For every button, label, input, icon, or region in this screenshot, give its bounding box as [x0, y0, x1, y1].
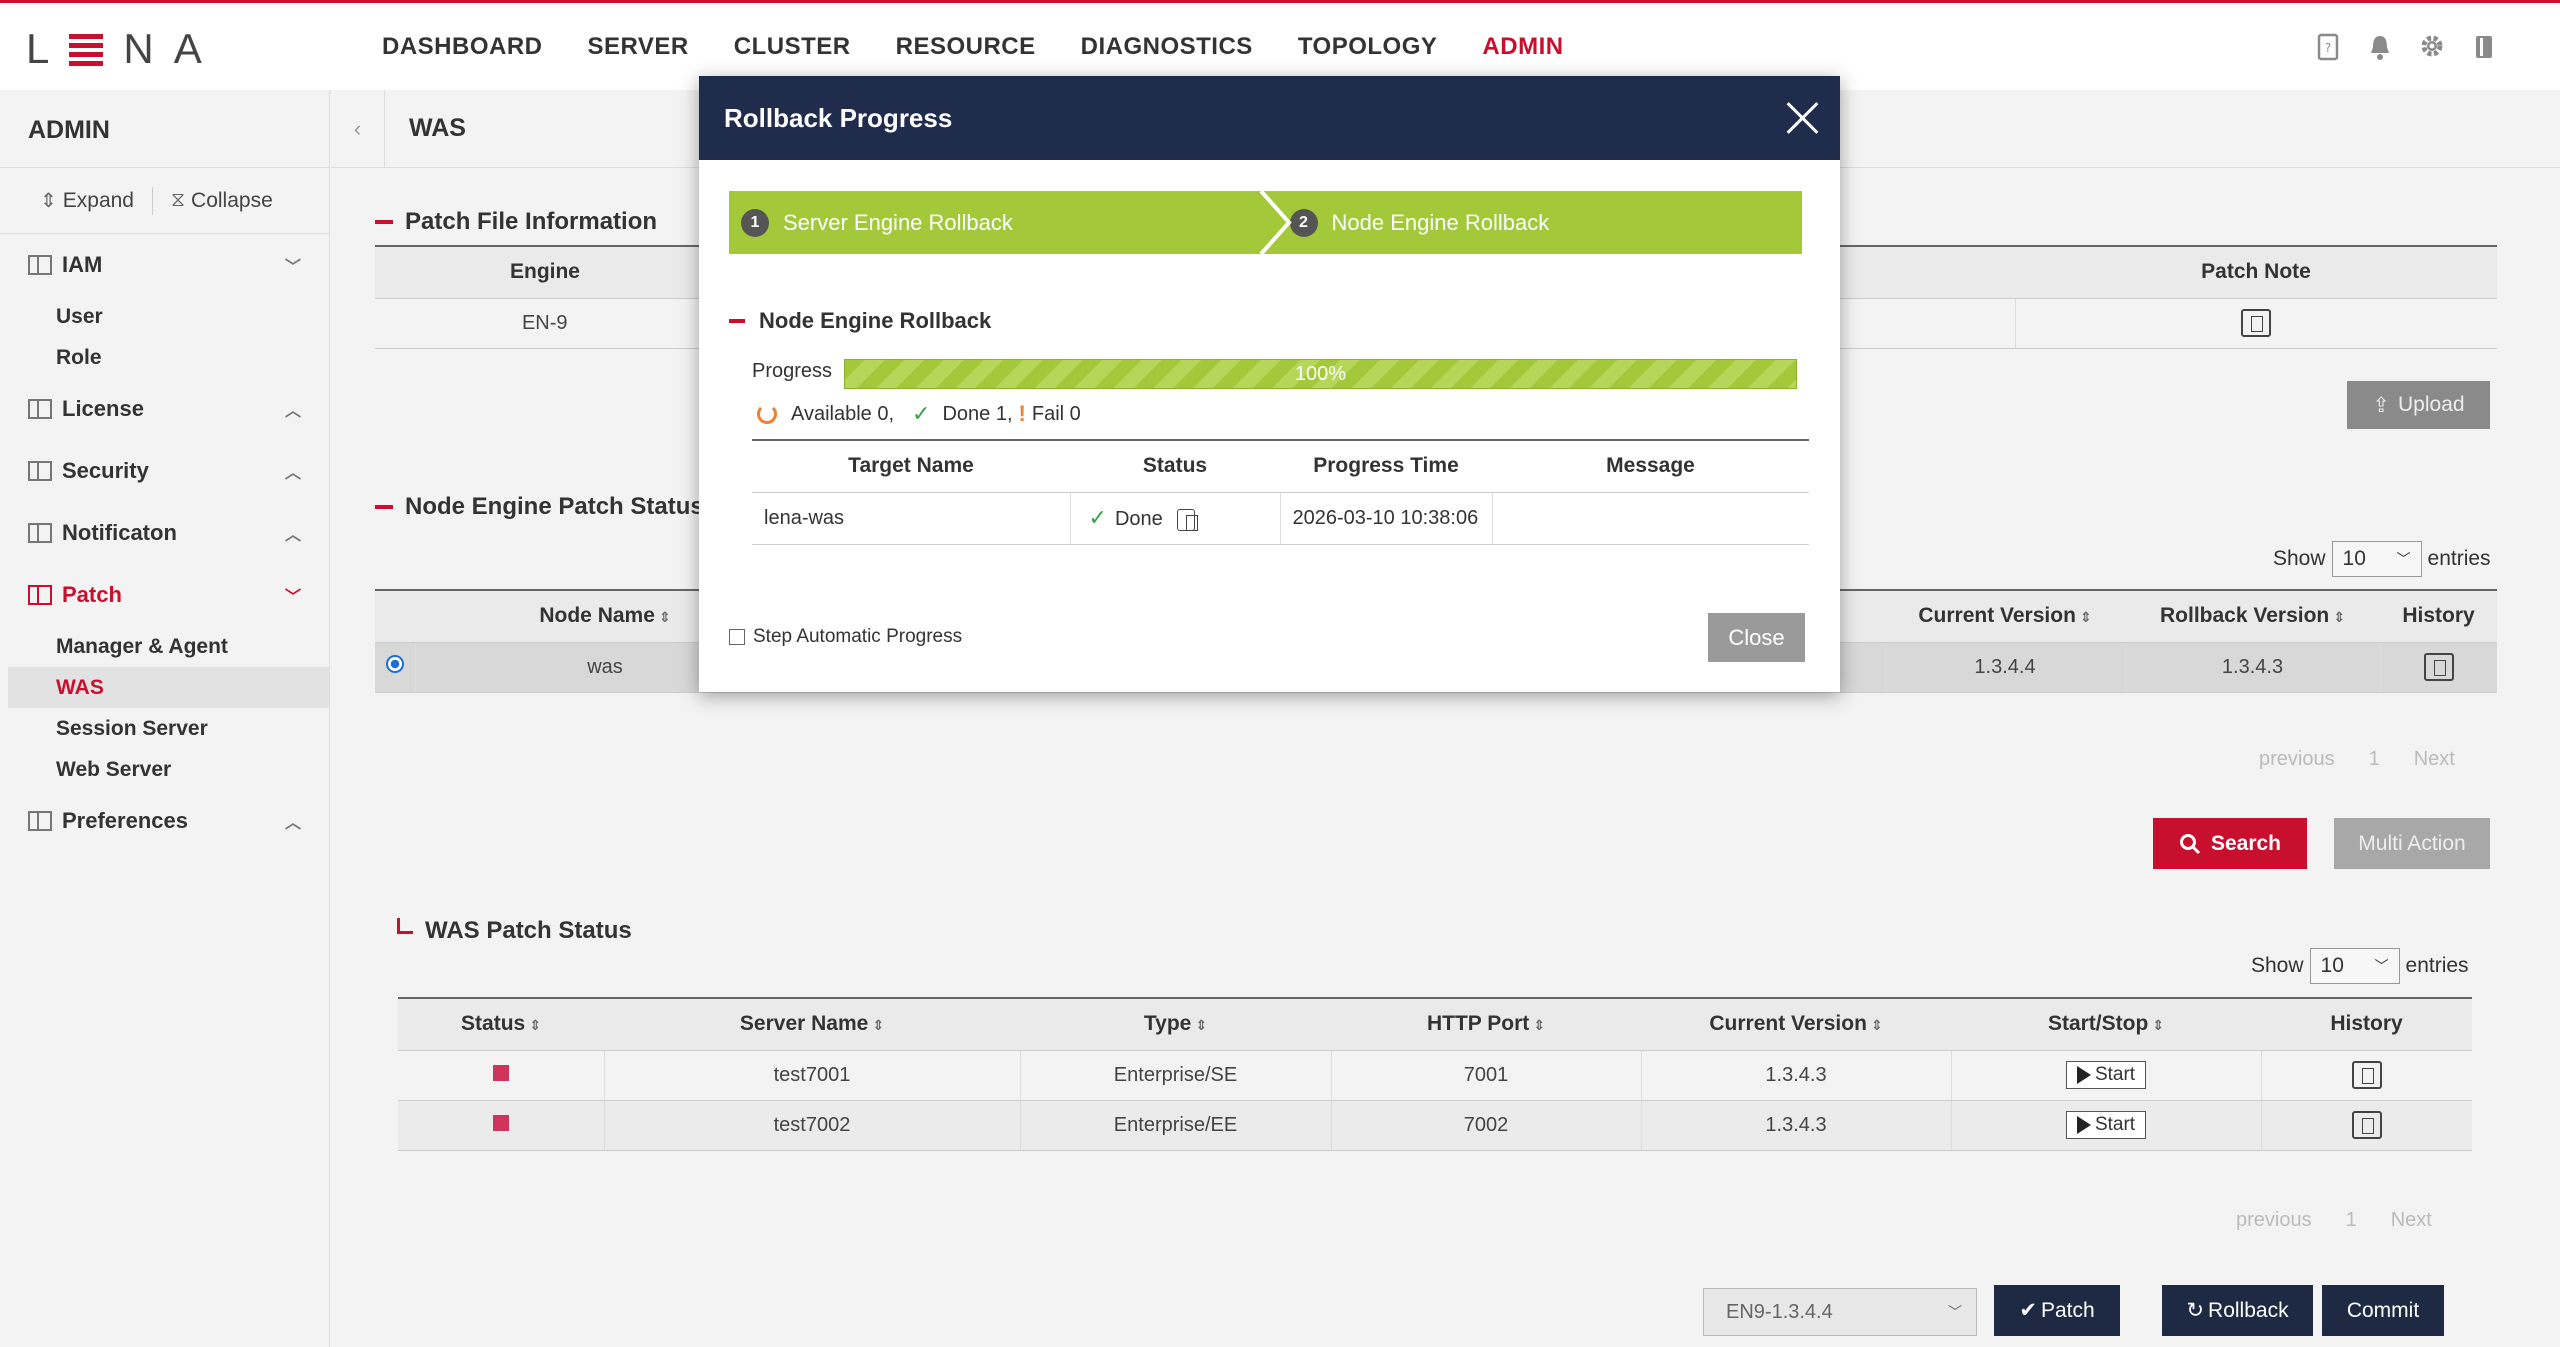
modal-section-title: Node Engine Rollback	[729, 308, 991, 334]
check-icon: ✓	[912, 401, 931, 426]
close-label: Close	[1728, 624, 1785, 650]
message-cell	[1492, 492, 1809, 545]
status-text: Done	[1114, 508, 1163, 530]
check-icon: ✓	[1088, 505, 1107, 530]
step-auto-checkbox[interactable]	[729, 629, 745, 645]
step-1: 1 Server Engine Rollback	[729, 191, 1254, 254]
step-divider	[1259, 191, 1292, 254]
header-status: Status	[1070, 440, 1280, 493]
close-button[interactable]: Close	[1708, 613, 1805, 662]
progress-text: 100%	[1294, 362, 1347, 385]
step-label: Node Engine Rollback	[1331, 209, 1550, 235]
rollback-progress-modal: Rollback Progress 1 Server Engine Rollbac…	[699, 76, 1840, 692]
step-automatic-progress[interactable]: Step Automatic Progress	[729, 626, 962, 648]
header-target-name: Target Name	[752, 440, 1070, 493]
step-2: 2 Node Engine Rollback	[1254, 191, 1803, 254]
target-name-cell: lena-was	[752, 492, 1071, 545]
progress-time-cell: 2026-03-10 10:38:06	[1280, 492, 1493, 545]
header-progress-time: Progress Time	[1280, 440, 1492, 493]
modal-title: Rollback Progress	[724, 102, 953, 133]
available-count: Available 0,	[791, 402, 895, 425]
step-number: 1	[741, 208, 769, 237]
rollback-result-table: Target Name Status Progress Time Message…	[752, 439, 1809, 545]
close-icon[interactable]	[1784, 100, 1820, 136]
progress-bar: 100%	[844, 359, 1797, 389]
section-title-text: Node Engine Rollback	[759, 308, 992, 333]
table-row: lena-was ✓ Done 2026-03-10 10:38:06	[752, 492, 1809, 545]
status-cell: ✓ Done	[1070, 492, 1281, 545]
progress-label: Progress	[752, 360, 833, 382]
warning-icon: !	[1018, 401, 1026, 426]
done-count: Done 1,	[942, 402, 1013, 425]
section-marker	[729, 319, 745, 323]
spinner-icon	[757, 404, 777, 424]
fail-count: Fail 0	[1031, 402, 1081, 425]
log-icon[interactable]	[1176, 508, 1198, 531]
step-indicator: 1 Server Engine Rollback 2 Node Engine Rol…	[729, 191, 1802, 254]
step-auto-label: Step Automatic Progress	[753, 626, 963, 647]
progress-counts: Available 0, ✓ Done 1, ! Fail 0	[757, 401, 1081, 427]
modal-header: Rollback Progress	[699, 76, 1840, 160]
header-message: Message	[1492, 440, 1809, 493]
step-label: Server Engine Rollback	[783, 209, 1013, 235]
